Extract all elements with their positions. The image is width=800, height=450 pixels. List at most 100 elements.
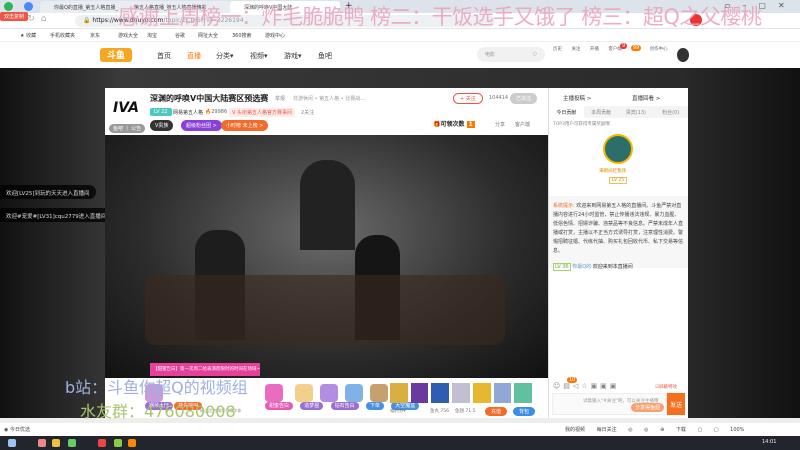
fishbar-notice-button[interactable]: 鱼吧 丨 公告: [109, 124, 146, 133]
room-info-card: IVA 鱼吧 丨 公告 深渊的呼唤V中国大陆赛区预选赛 举报 非游休闲 • 第五…: [105, 88, 548, 135]
douyu-logo[interactable]: 斗鱼: [100, 48, 132, 62]
copy-badge[interactable]: 双击复制: [0, 12, 29, 21]
bookmark[interactable]: 360搜索: [232, 32, 252, 39]
tab-week[interactable]: 本周贡献: [584, 106, 619, 118]
chat-input[interactable]: 试着输入"#关注"吧，可以关注主播哦 分享得鱼翅: [552, 393, 667, 415]
welfare-dropdown[interactable]: 福利券▾: [390, 408, 406, 414]
message-badge: 99: [631, 45, 642, 51]
daily-picks-link[interactable]: ◉ 今日优选: [4, 426, 30, 433]
client-badge: 9: [620, 43, 628, 49]
welcome-message: 欢迎[LV25]到玩的天天进入直播间: [0, 185, 96, 199]
bilibili-overlay: b站：斗鱼你超Q的视频组: [65, 378, 248, 397]
history-icon: 历史: [553, 47, 562, 52]
video-player[interactable]: 【甜蜜告白】第一次周二给表演而限时的时间在场域~: [105, 135, 548, 378]
share-button[interactable]: 分享: [495, 121, 505, 128]
shield-effects-checkbox[interactable]: ☑屏蔽特效: [655, 384, 677, 390]
nav-fishbar[interactable]: 鱼吧: [318, 51, 332, 61]
gift-item[interactable]: [370, 384, 388, 402]
nav-icon[interactable]: [24, 2, 33, 11]
bookmark[interactable]: 淘宝: [147, 32, 157, 39]
follow-button[interactable]: + 关注: [453, 93, 483, 104]
rank-hint: TOP3用户可获得专属奖励哦: [553, 122, 610, 127]
recharge-button[interactable]: 充值: [485, 407, 508, 416]
room-logo: IVA: [113, 100, 139, 116]
breadcrumb[interactable]: 非游休闲 • 第五人格 • 比赛战...: [293, 95, 365, 102]
bookmark[interactable]: 游戏中心: [265, 32, 285, 39]
rank-badge[interactable]: V 头衔第五人格官方赛事间: [229, 108, 296, 117]
nav-home[interactable]: 首页: [157, 51, 171, 61]
hour-rank-button[interactable]: 小时榜 未上榜 >: [221, 120, 269, 131]
follow-icon: 关注: [571, 47, 581, 52]
chat-panel: 主播投稿 > 直播回看 > 今日贡献 本周贡献 贵宾(13) 粉丝(0) TOP…: [548, 88, 688, 418]
top-user-level: LV 25: [609, 177, 628, 184]
nav-live[interactable]: 直播: [187, 51, 201, 61]
bookmark[interactable]: 谷歌: [175, 32, 185, 39]
gift-item[interactable]: [265, 384, 283, 402]
bookmark[interactable]: ★ 收藏: [20, 32, 36, 39]
anchor-level: LV 22: [150, 108, 172, 116]
status-tools[interactable]: 我的视频 每日关注 ◎ ◎ ⊕ 下载 ▢ ▢ 100%: [565, 426, 744, 433]
tab-fans[interactable]: 粉丝(0): [653, 106, 688, 118]
chat-toolbar-icons[interactable]: ☺▤◁☆▣▣▣: [553, 382, 619, 390]
subscribed-button[interactable]: 已关注: [510, 93, 538, 104]
room-category[interactable]: 网易第五人格: [173, 109, 203, 116]
nav-game[interactable]: 游戏▾: [284, 51, 302, 61]
thanks-banner-overlay: 感谢上周榜一：炸毛脆脆鸭 榜二：干饭选手又饿了 榜三：超Q之父樱桃: [118, 5, 762, 29]
stage-logo: [300, 160, 355, 250]
rank-tabs: 今日贡献 本周贡献 贵宾(13) 粉丝(0): [549, 106, 688, 118]
room-title: 深渊的呼唤V中国大陆赛区预选赛: [150, 94, 269, 103]
bookmark[interactable]: 手机收藏夹: [50, 32, 75, 39]
taskbar-app[interactable]: [114, 439, 122, 447]
taskbar-app[interactable]: [68, 439, 76, 447]
replay-link[interactable]: 直播回看 >: [632, 94, 660, 102]
header-icons[interactable]: 历史 关注 开播 客户端 消息 创作中心: [553, 46, 668, 52]
follow-count: 104414: [489, 95, 509, 101]
anchor-post-link[interactable]: 主播投稿 >: [563, 94, 591, 102]
broadcast-icon: 开播: [589, 47, 599, 52]
backpack-button[interactable]: 背包: [513, 407, 536, 416]
fan-club-button[interactable]: 超级粉丝团 >: [181, 120, 222, 131]
top-user-name[interactable]: 来瞬间赶我戏: [599, 168, 626, 174]
browser-logo-icon: [4, 2, 13, 11]
bookmark[interactable]: 游戏大全: [118, 32, 138, 39]
chat-badge: 10: [567, 377, 578, 383]
tab-today[interactable]: 今日贡献: [549, 106, 584, 118]
vip-button[interactable]: V贵族: [150, 120, 174, 131]
chat-username[interactable]: 你最Q的: [572, 264, 591, 270]
clock: 14:01: [762, 439, 777, 445]
nav-video[interactable]: 视频▾: [250, 51, 268, 61]
nav-category[interactable]: 分类▾: [216, 51, 234, 61]
gift-item[interactable]: [345, 384, 363, 402]
chat-message: LV 36 你最Q的 欢迎来到本直播间: [553, 263, 633, 271]
creator-icon: 创作中心: [649, 47, 668, 52]
gift-item[interactable]: [320, 384, 338, 402]
gift-item[interactable]: [295, 384, 313, 402]
fans-count: 2关注: [301, 110, 315, 116]
system-notice: 系统提示: 欢迎来到网易第五人格的直播间。斗鱼严禁对直播内容进行24小时监管，禁…: [549, 196, 688, 268]
taskbar-app[interactable]: [52, 439, 60, 447]
bookmark[interactable]: 京东: [90, 32, 100, 39]
taskbar-app[interactable]: [128, 439, 136, 447]
start-icon[interactable]: [8, 439, 16, 447]
heat-count: 🔥29986: [205, 109, 228, 115]
fish-fin-count: 鱼翅 71.5: [455, 409, 476, 414]
bookmark[interactable]: 网址大全: [198, 32, 218, 39]
tab-vip[interactable]: 贵宾(13): [619, 106, 654, 118]
search-input[interactable]: 电影 ○: [477, 47, 545, 62]
qq-group-overlay: 水友群：476080008: [80, 402, 236, 421]
share-fin-tag: 分享得鱼翅: [630, 403, 664, 412]
taskbar-app[interactable]: [38, 439, 46, 447]
user-avatar[interactable]: [677, 48, 689, 62]
taskbar-app[interactable]: [98, 439, 106, 447]
report-link[interactable]: 举报: [275, 95, 285, 102]
welcome-message: 欢迎#宠爱#[LV31]cqu2779进入直播间: [0, 208, 113, 222]
top-user-avatar[interactable]: [603, 134, 633, 164]
claim-count-button[interactable]: 🎁可领次数 1: [433, 119, 475, 128]
client-button[interactable]: 客户端: [515, 121, 530, 128]
send-button[interactable]: 发送: [667, 393, 685, 415]
search-icon: ○: [532, 51, 537, 57]
fish-ball-count: 鱼丸 756: [430, 409, 450, 414]
backpack-gifts[interactable]: [390, 383, 533, 403]
zoom-level: 100%: [730, 427, 745, 433]
douyu-header: 斗鱼 首页 直播 分类▾ 视频▾ 游戏▾ 鱼吧 电影 ○ 历史 关注 开播 客户端…: [0, 42, 800, 68]
